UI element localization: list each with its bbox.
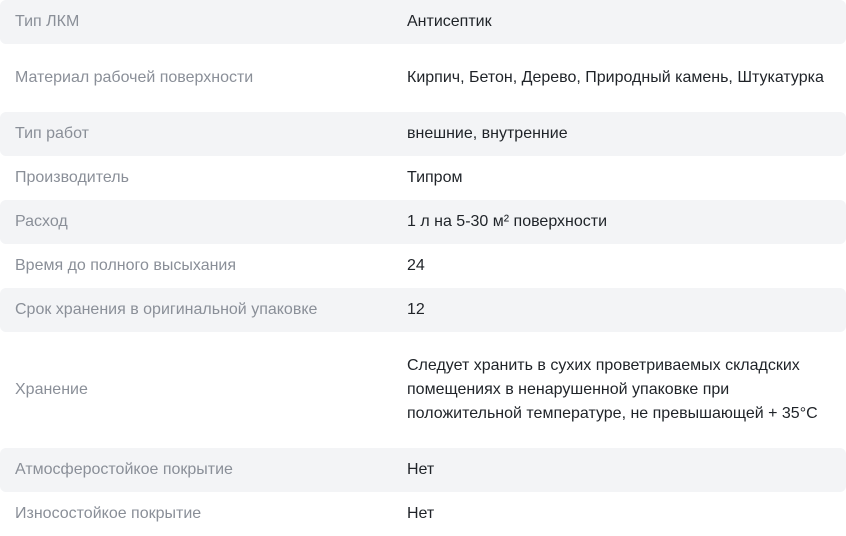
spec-value: Антисептик [407, 13, 492, 30]
spec-row-shelf-life: Срок хранения в оригинальной упаковке 12 [0, 288, 846, 332]
spec-label: Хранение [15, 381, 88, 398]
spec-row-wear-resistant: Износостойкое покрытие Нет [0, 492, 846, 536]
spec-label: Срок хранения в оригинальной упаковке [15, 301, 318, 318]
spec-value: 1 л на 5-30 м² поверхности [407, 213, 608, 230]
spec-row-drying-time: Время до полного высыхания 24 [0, 244, 846, 288]
spec-label: Материал рабочей поверхности [15, 69, 254, 86]
spec-value: Следует хранить в сухих проветриваемых с… [407, 357, 818, 422]
spec-label: Тип работ [15, 125, 89, 142]
spec-value: Типром [407, 169, 463, 186]
spec-row-consumption: Расход 1 л на 5-30 м² поверхности [0, 200, 846, 244]
spec-value: Нет [407, 505, 435, 522]
spec-label: Атмосферостойкое покрытие [15, 461, 233, 478]
spec-label: Тип ЛКМ [15, 13, 80, 30]
spec-row-surface-material: Материал рабочей поверхности Кирпич, Бет… [0, 44, 846, 112]
spec-row-work-type: Тип работ внешние, внутренние [0, 112, 846, 156]
spec-label: Производитель [15, 169, 129, 186]
spec-row-storage: Хранение Следует хранить в сухих проветр… [0, 332, 846, 448]
spec-value: 24 [407, 257, 425, 274]
spec-label: Износостойкое покрытие [15, 505, 202, 522]
spec-label: Время до полного высыхания [15, 257, 237, 274]
spec-row-manufacturer: Производитель Типром [0, 156, 846, 200]
spec-row-weather-resistant: Атмосферостойкое покрытие Нет [0, 448, 846, 492]
spec-value: внешние, внутренние [407, 125, 568, 142]
spec-value: Нет [407, 461, 435, 478]
spec-value: Кирпич, Бетон, Дерево, Природный камень,… [407, 69, 824, 86]
spec-label: Расход [15, 213, 68, 230]
spec-row-paint-type: Тип ЛКМ Антисептик [0, 0, 846, 44]
spec-table: Тип ЛКМ Антисептик Материал рабочей пове… [0, 0, 846, 536]
spec-value: 12 [407, 301, 425, 318]
